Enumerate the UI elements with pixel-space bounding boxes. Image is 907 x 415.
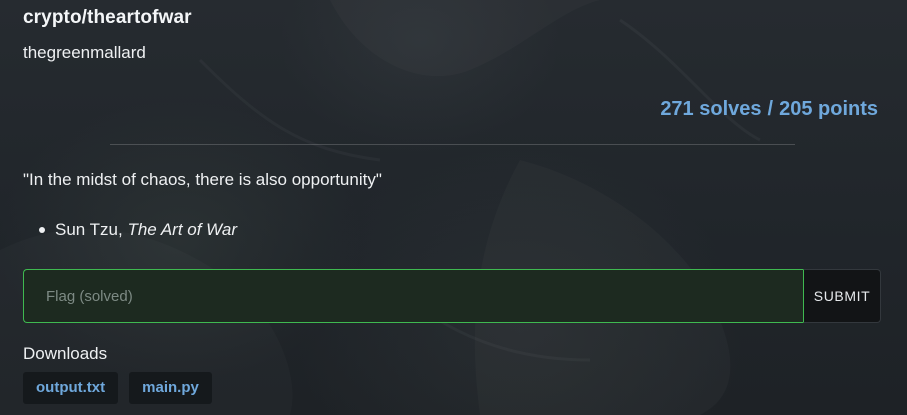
challenge-stats: 271 solves/205 points — [660, 98, 878, 121]
solves-count: 271 solves — [660, 98, 762, 120]
challenge-card: crypto/theartofwar thegreenmallard 271 s… — [0, 0, 907, 415]
downloads-heading: Downloads — [23, 344, 108, 363]
divider — [110, 144, 795, 145]
points-value: 205 points — [779, 98, 878, 120]
description-quote: "In the midst of chaos, there is also op… — [23, 170, 382, 189]
submit-button[interactable]: SUBMIT — [803, 269, 881, 323]
bullet-icon — [39, 227, 45, 233]
flag-input[interactable] — [23, 269, 803, 323]
challenge-title: crypto/theartofwar — [23, 7, 192, 28]
description-list: Sun Tzu, The Art of War — [23, 220, 237, 240]
flag-form: SUBMIT — [23, 269, 881, 323]
attribution-name: Sun Tzu, — [55, 220, 128, 239]
attribution-work: The Art of War — [127, 220, 238, 239]
challenge-author: thegreenmallard — [23, 43, 146, 62]
stats-separator: / — [767, 98, 774, 120]
list-item: Sun Tzu, The Art of War — [23, 220, 237, 240]
download-output-txt[interactable]: output.txt — [23, 372, 119, 404]
download-main-py[interactable]: main.py — [129, 372, 212, 404]
downloads-list: output.txt main.py — [23, 372, 212, 404]
